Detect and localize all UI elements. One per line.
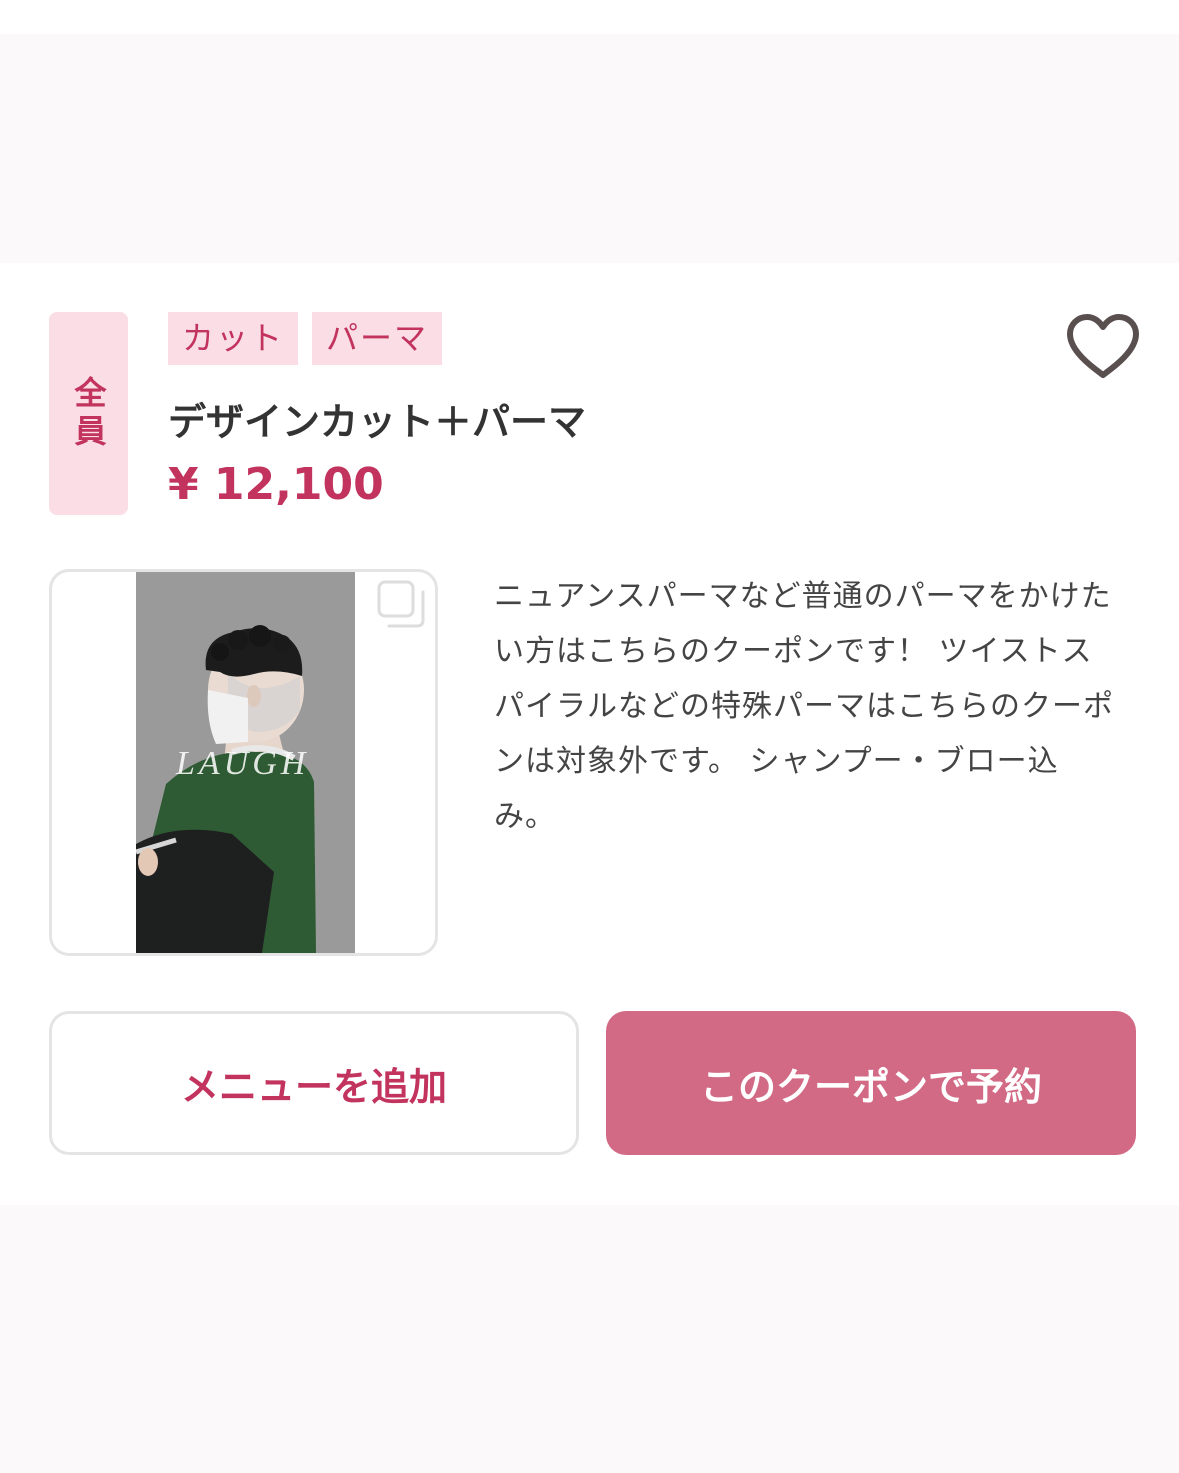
- coupon-price: ¥ 12,100: [168, 459, 384, 510]
- category-tags: カット パーマ: [168, 312, 443, 365]
- coupon-thumbnail[interactable]: LAUGH: [49, 569, 438, 956]
- tag-cut: カット: [168, 312, 299, 365]
- coupon-card: 全員 カット パーマ デザインカット＋パーマ ¥ 12,100 LAUGH ニュ…: [0, 263, 1179, 1205]
- book-coupon-button[interactable]: このクーポンで予約: [606, 1011, 1136, 1155]
- target-badge: 全員: [49, 312, 128, 515]
- heart-outline-icon[interactable]: [1064, 311, 1142, 381]
- coupon-title: デザインカット＋パーマ: [168, 400, 587, 444]
- add-menu-button[interactable]: メニューを追加: [49, 1011, 579, 1155]
- top-strip: [0, 0, 1179, 34]
- coupon-description: ニュアンスパーマなど普通のパーマをかけたい方はこちらのクーポンです！ ツイストス…: [494, 579, 1114, 834]
- multiple-images-icon: [377, 580, 425, 628]
- watermark-text: LAUGH: [175, 745, 309, 782]
- tag-perm: パーマ: [312, 312, 443, 365]
- hairstyle-illustration: LAUGH: [136, 572, 355, 953]
- hairstyle-photo: LAUGH: [136, 572, 355, 953]
